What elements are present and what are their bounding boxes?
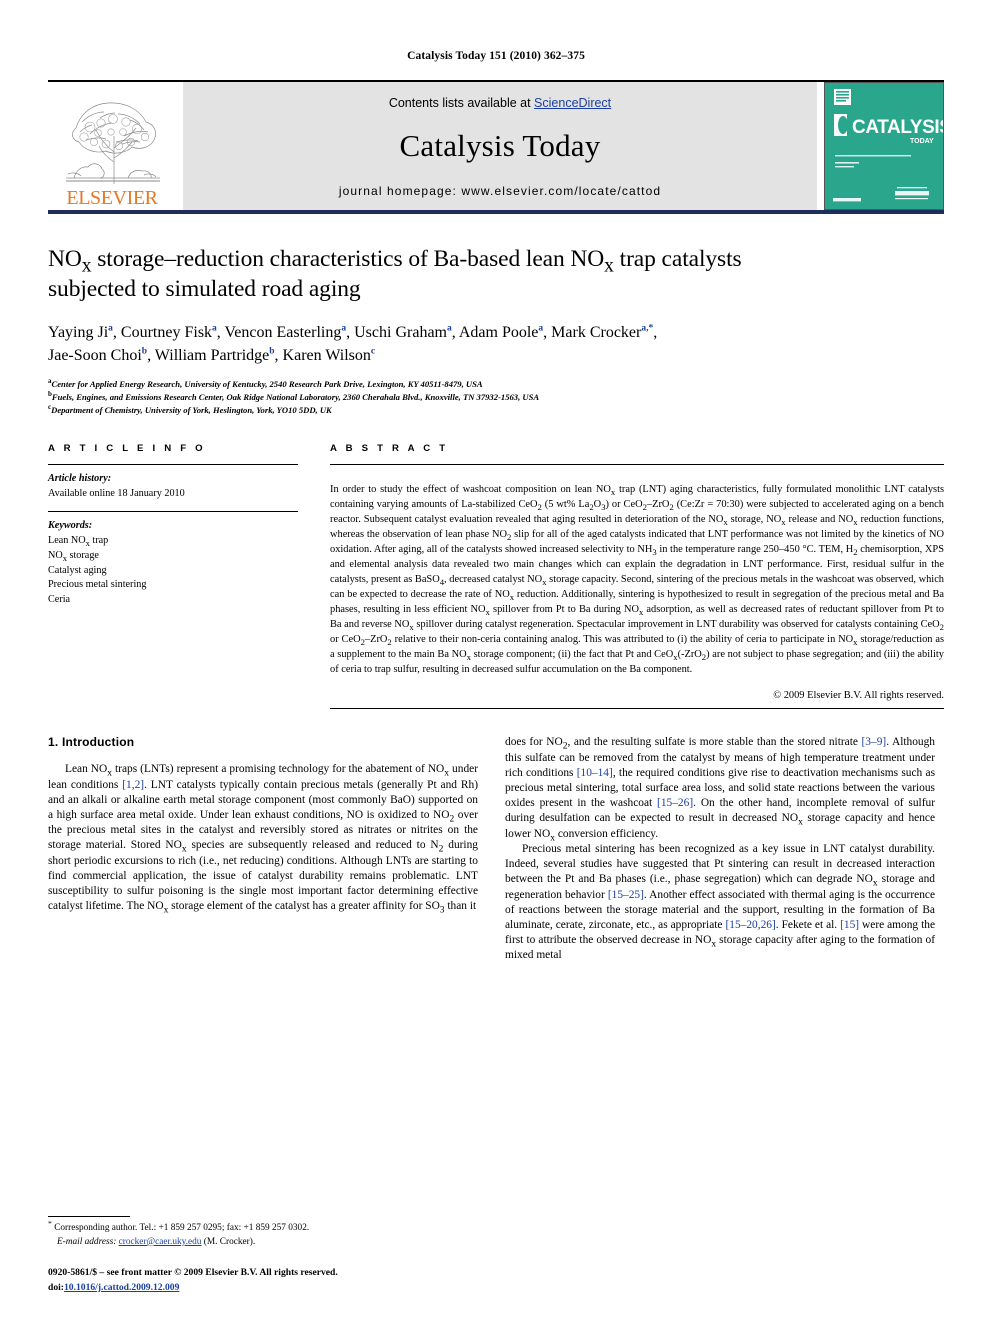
citation-ref[interactable]: [10–14] — [577, 767, 613, 779]
author-name: Adam Poole — [458, 324, 539, 342]
author-name: Uschi Graham — [354, 324, 447, 342]
citation-ref[interactable]: [15–25] — [608, 889, 644, 901]
citation-ref[interactable]: [15–26] — [657, 797, 693, 809]
journal-article-page: Catalysis Today 151 (2010) 362–375 ELSEV… — [0, 0, 992, 1323]
intro-paragraph-left: Lean NOx traps (LNTs) represent a promis… — [48, 763, 478, 916]
corresponding-author-note: * Corresponding author. Tel.: +1 859 257… — [48, 1219, 478, 1249]
citation-ref[interactable]: [1,2] — [122, 779, 144, 791]
running-head: Catalysis Today 151 (2010) 362–375 — [407, 50, 585, 62]
affiliation-text: Center for Applied Energy Research, Univ… — [51, 378, 483, 389]
author-name: Mark Crocker — [551, 324, 642, 342]
affiliation-b: bFuels, Engines, and Emissions Research … — [48, 390, 944, 404]
contents-prefix-text: Contents lists available at — [388, 96, 535, 110]
author-affil-mark: a — [538, 323, 544, 334]
sciencedirect-link[interactable]: ScienceDirect — [534, 96, 611, 110]
title-block: NOx storage–reduction characteristics of… — [48, 214, 944, 417]
email-owner-text: (M. Crocker). — [203, 1236, 256, 1247]
svg-text:TODAY: TODAY — [910, 138, 934, 145]
author-affil-mark: a — [212, 323, 217, 334]
author-affil-mark: a — [341, 323, 347, 334]
abstract-copyright: © 2009 Elsevier B.V. All rights reserved… — [773, 690, 944, 702]
elsevier-tree-icon — [56, 92, 168, 188]
elsevier-wordmark: ELSEVIER — [66, 187, 158, 209]
affiliation-text: Department of Chemistry, University of Y… — [51, 404, 332, 415]
doi-link[interactable]: 10.1016/j.cattod.2009.12.009 — [64, 1282, 179, 1293]
body-columns: 1. Introduction Lean NOx traps (LNTs) re… — [48, 735, 944, 963]
body-column-left: 1. Introduction Lean NOx traps (LNTs) re… — [48, 735, 478, 963]
body-column-right: does for NO2, and the resulting sulfate … — [505, 735, 935, 963]
imprint-block: 0920-5861/$ – see front matter © 2009 El… — [48, 1266, 478, 1295]
email-link[interactable]: crocker@caer.uky.edu — [119, 1237, 202, 1247]
issn-front-matter-line: 0920-5861/$ – see front matter © 2009 El… — [48, 1267, 338, 1279]
article-info-column: A R T I C L E I N F O Article history: A… — [48, 443, 330, 618]
article-history-value: Available online 18 January 2010 — [48, 487, 185, 499]
footnote-rule — [48, 1216, 130, 1218]
footnote-marker: * — [48, 1219, 52, 1229]
title-part-2: storage–reduction characteristics of Ba-… — [91, 246, 605, 272]
citation-ref[interactable]: [3–9] — [862, 736, 887, 748]
author-affil-mark: b — [269, 346, 275, 357]
author-name: William Partridge — [154, 346, 270, 364]
svg-text:CATALYSIS: CATALYSIS — [852, 117, 943, 138]
keyword-item: Lean NOx trap — [48, 535, 109, 549]
journal-banner: Contents lists available at ScienceDirec… — [183, 82, 817, 210]
doi-label: doi: — [48, 1281, 64, 1293]
keyword-item: Catalyst aging — [48, 564, 107, 576]
affiliation-a: aCenter for Applied Energy Research, Uni… — [48, 377, 944, 391]
citation-ref[interactable]: [15] — [840, 919, 859, 931]
title-sub-x-2: x — [604, 255, 614, 277]
title-part-3: trap catalysts — [613, 246, 742, 272]
article-info-heading: A R T I C L E I N F O — [48, 442, 206, 454]
abstract-rule-bottom — [330, 708, 944, 710]
affiliation-text: Fuels, Engines, and Emissions Research C… — [51, 391, 540, 402]
article-history-group: Article history: Available online 18 Jan… — [48, 465, 298, 512]
section-heading-introduction: 1. Introduction — [48, 735, 135, 750]
author-name: Yaying Ji — [48, 324, 109, 342]
journal-title: Catalysis Today — [399, 128, 601, 163]
author-list: Yaying Jia, Courtney Fiska, Vencon Easte… — [48, 323, 658, 364]
keywords-group: Keywords: Lean NOx trap NOx storage Cata… — [48, 512, 298, 618]
abstract-column: A B S T R A C T In order to study the ef… — [330, 443, 944, 710]
journal-cover-thumbnail: CATALYSIS TODAY — [824, 82, 944, 210]
citation-ref[interactable]: [15–20,26] — [725, 919, 775, 931]
page-title: NOx storage–reduction characteristics of… — [48, 244, 944, 304]
keywords-label: Keywords: — [48, 520, 93, 532]
title-part-1: NO — [48, 246, 82, 272]
author-name: Karen Wilson — [282, 346, 371, 364]
abstract-body: In order to study the effect of washcoat… — [330, 484, 945, 675]
keyword-item: NOx storage — [48, 549, 99, 563]
email-address-label: E-mail address: — [57, 1236, 117, 1247]
keyword-item: Ceria — [48, 594, 71, 606]
contents-available-line: Contents lists available at ScienceDirec… — [389, 96, 611, 110]
author-affil-mark: c — [370, 346, 376, 357]
info-and-abstract: A R T I C L E I N F O Article history: A… — [48, 443, 944, 710]
footnote-block: * Corresponding author. Tel.: +1 859 257… — [48, 1216, 478, 1295]
title-sub-x-1: x — [81, 255, 92, 277]
journal-masthead: ELSEVIER Contents lists available at Sci… — [48, 80, 944, 210]
author-affil-mark: a — [108, 323, 113, 334]
author-name: Vencon Easterling — [224, 324, 342, 342]
author-name: Courtney Fisk — [120, 324, 213, 342]
article-history-label: Article history: — [48, 472, 112, 484]
author-name: Jae-Soon Choi — [48, 346, 142, 364]
keyword-item: Precious metal sintering — [48, 579, 147, 591]
author-affil-mark: b — [141, 346, 148, 357]
abstract-heading: A B S T R A C T — [330, 442, 449, 454]
abstract-rule-top — [330, 463, 944, 465]
title-line-2: subjected to simulated road aging — [48, 276, 361, 303]
journal-homepage-line[interactable]: journal homepage: www.elsevier.com/locat… — [339, 184, 661, 198]
author-affil-mark: a — [446, 323, 452, 334]
author-affil-mark: a,* — [641, 323, 654, 334]
intro-paragraph-right-1: does for NO2, and the resulting sulfate … — [505, 736, 936, 843]
intro-paragraph-right-2: Precious metal sintering has been recogn… — [505, 842, 935, 962]
elsevier-logo: ELSEVIER — [48, 82, 176, 210]
affiliation-c: cDepartment of Chemistry, University of … — [48, 403, 944, 417]
corresponding-author-text: Corresponding author. Tel.: +1 859 257 0… — [54, 1223, 310, 1234]
